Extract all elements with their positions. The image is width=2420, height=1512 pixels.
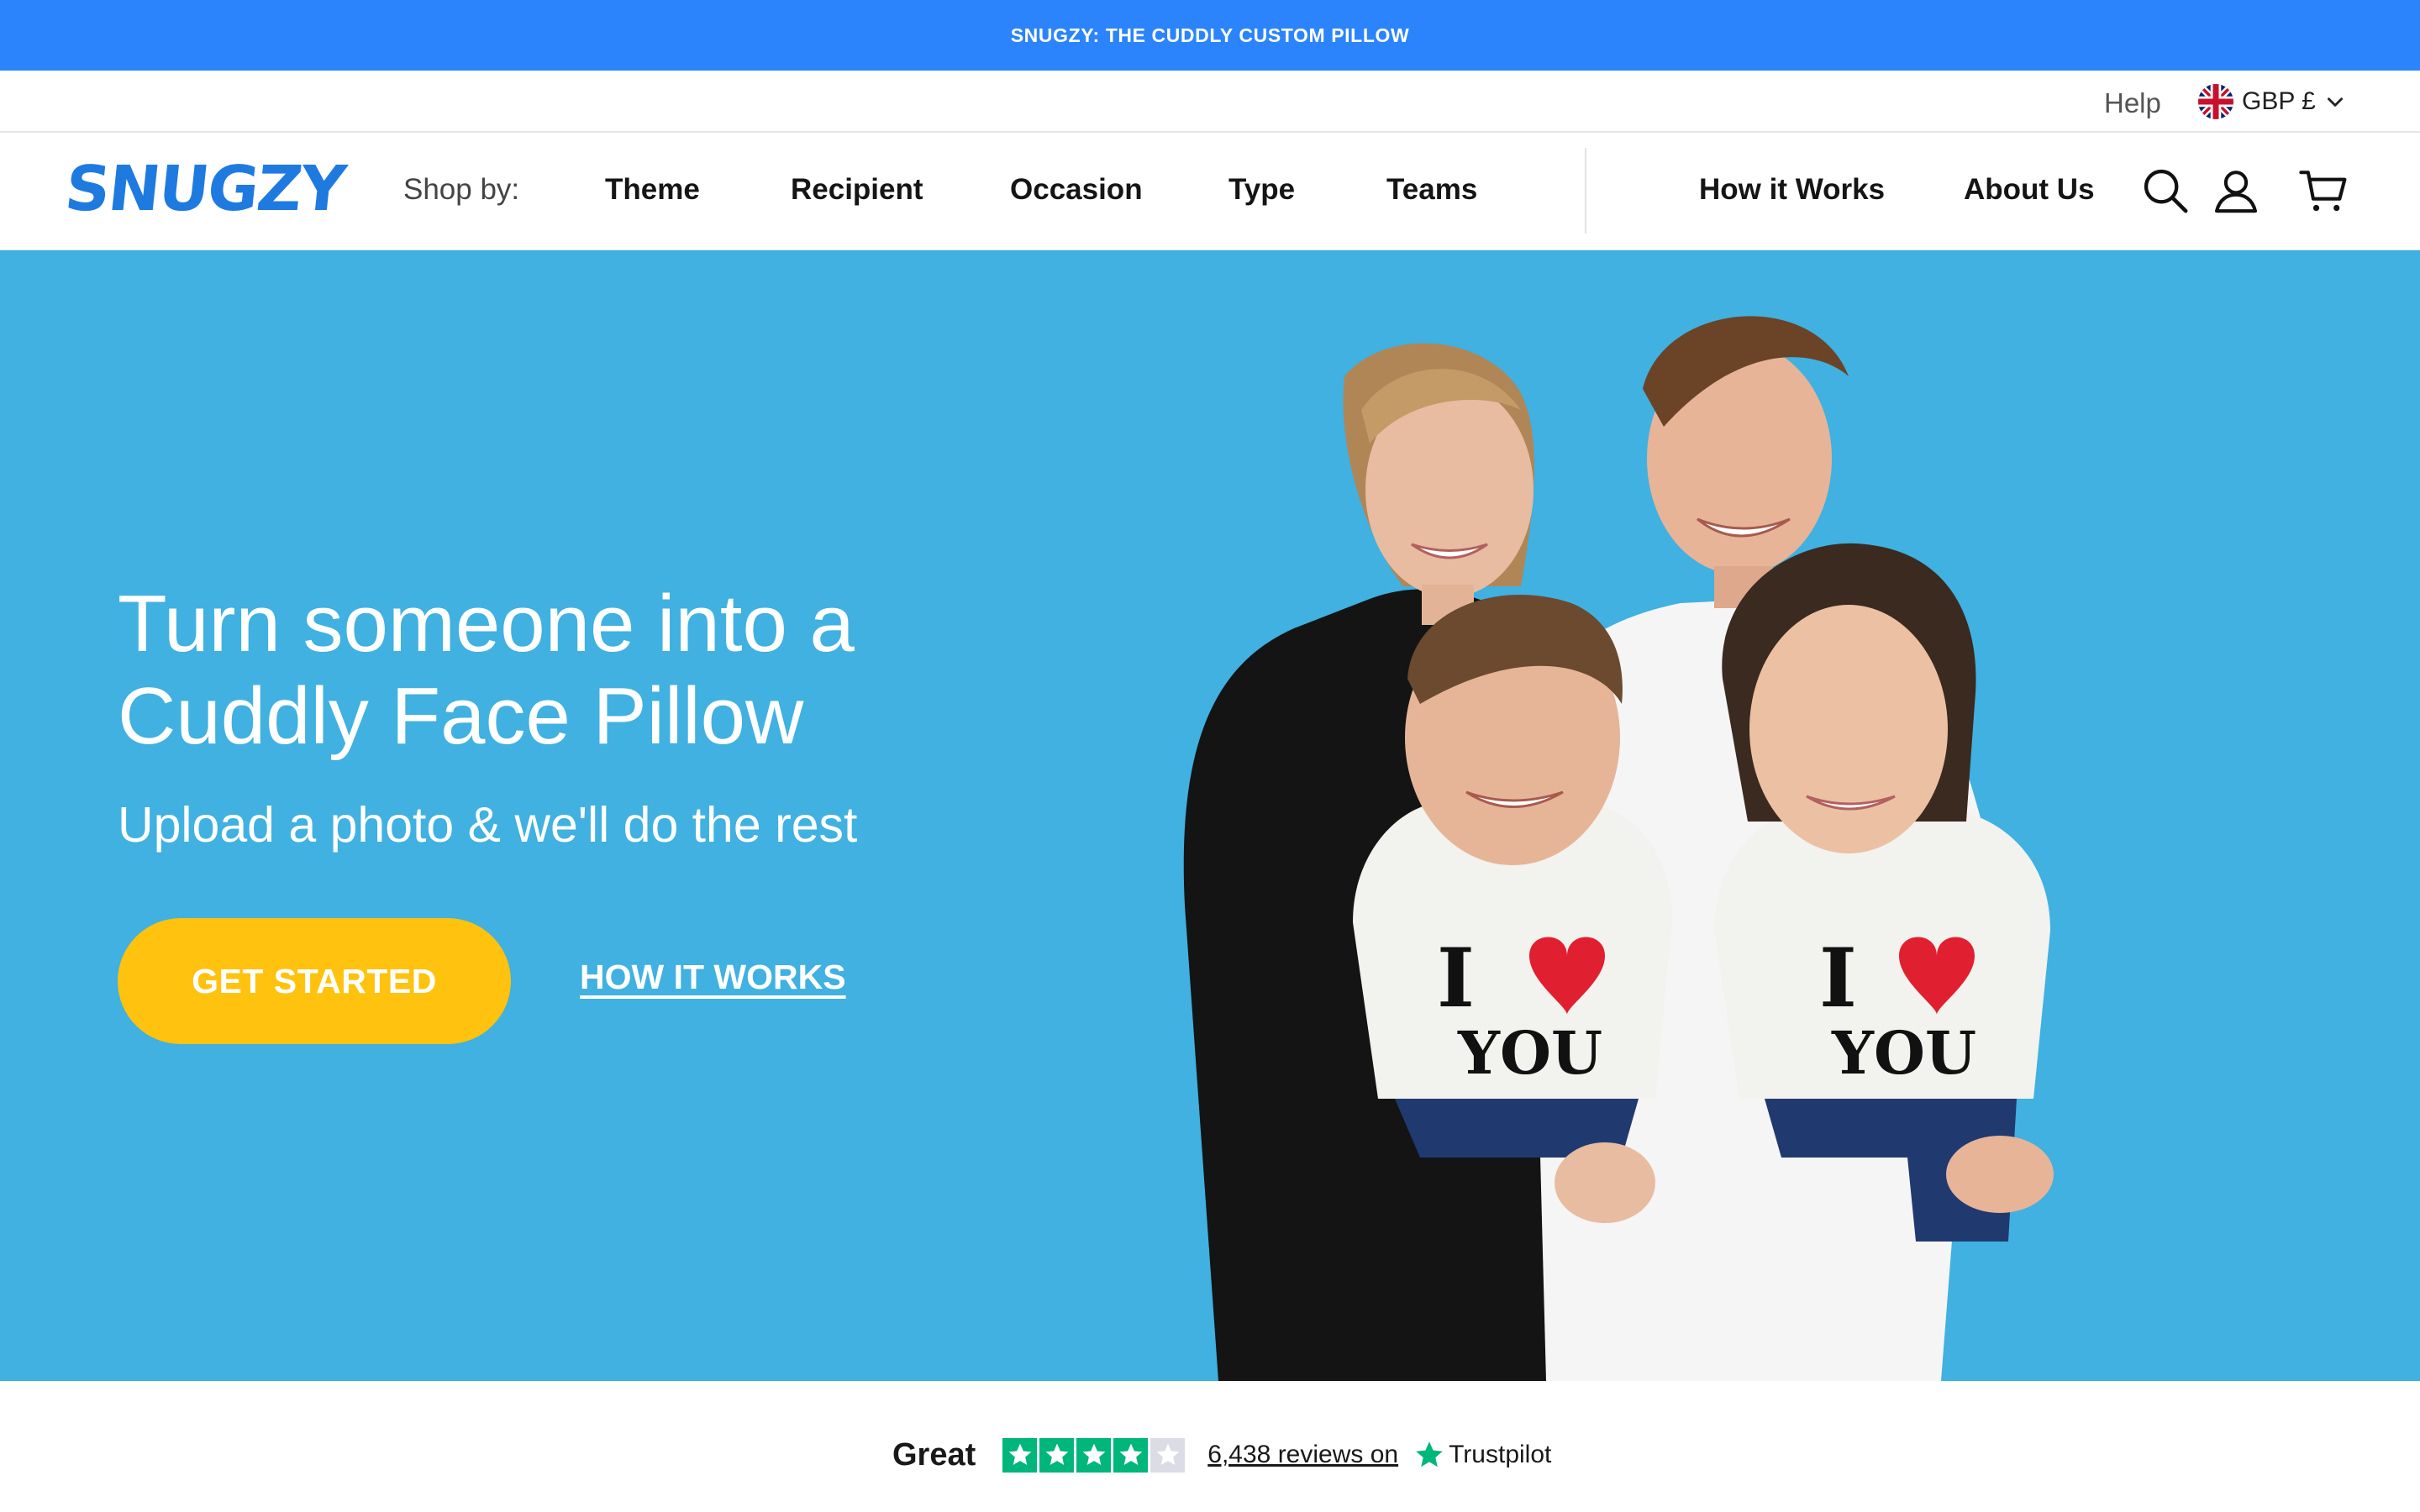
right-pillow-print-you: YOU [1831,1018,1976,1088]
left-pillow-print-i: I [1437,931,1475,1026]
nav-recipient[interactable]: Recipient [791,173,923,207]
right-pillow-print-i: I [1819,931,1857,1026]
nav-how-it-works[interactable]: How it Works [1699,173,1885,207]
rating-word: Great [892,1436,976,1473]
announcement-text: SNUGZY: THE CUDDLY CUSTOM PILLOW [1010,24,1410,46]
review-count-link[interactable]: 6,438 reviews on [1207,1441,1398,1469]
left-pillow-print-you: YOU [1457,1018,1602,1088]
announcement-bar: SNUGZY: THE CUDDLY CUSTOM PILLOW [0,0,2420,71]
currency-selector[interactable]: GBP £ [2198,81,2346,123]
hero-subline: Upload a photo & we'll do the rest [118,797,858,853]
nav-about-us[interactable]: About Us [1964,173,2095,207]
hero-banner: Turn someone into a Cuddly Face Pillow U… [0,250,2420,1381]
nav-theme[interactable]: Theme [605,173,700,207]
shop-by-label: Shop by: [403,173,520,206]
rating-stars [1002,1437,1187,1473]
utility-bar: Help GBP £ [0,71,2420,133]
chevron-down-icon [2327,97,2343,107]
star-empty-icon [1150,1437,1186,1473]
hero-headline: Turn someone into a Cuddly Face Pillow [118,579,855,761]
uk-flag-icon [2198,84,2233,119]
cart-icon[interactable] [2299,166,2348,215]
snugzy-logo[interactable]: SNUGZY [61,153,347,225]
how-it-works-link[interactable]: HOW IT WORKS [580,958,846,997]
man-hand [1946,1136,2054,1213]
star-icon [1076,1437,1112,1473]
nav-divider [1585,148,1586,234]
get-started-button[interactable]: GET STARTED [118,918,511,1044]
currency-label: GBP £ [2242,87,2316,115]
star-icon [1039,1437,1075,1473]
nav-teams[interactable]: Teams [1386,173,1477,207]
nav-occasion[interactable]: Occasion [1010,173,1143,207]
hero-photo: I YOU I YOU [1183,316,2054,1381]
trustpilot-bar: Great 6,438 reviews on Trustpilot [0,1381,2420,1512]
help-link[interactable]: Help [2104,87,2161,119]
woman-hand [1555,1142,1655,1223]
nav-type[interactable]: Type [1228,173,1295,207]
star-icon [1002,1437,1038,1473]
trustpilot-star-icon [1416,1441,1443,1467]
account-icon[interactable] [2212,166,2260,215]
main-navigation: SNUGZY Shop by: Theme Recipient Occasion… [0,133,2420,250]
trustpilot-widget[interactable]: Great 6,438 reviews on Trustpilot [892,1436,1551,1473]
star-icon [1113,1437,1149,1473]
search-icon[interactable] [2141,166,2190,215]
get-started-label: GET STARTED [192,961,437,1000]
trustpilot-name: Trustpilot [1449,1441,1552,1468]
